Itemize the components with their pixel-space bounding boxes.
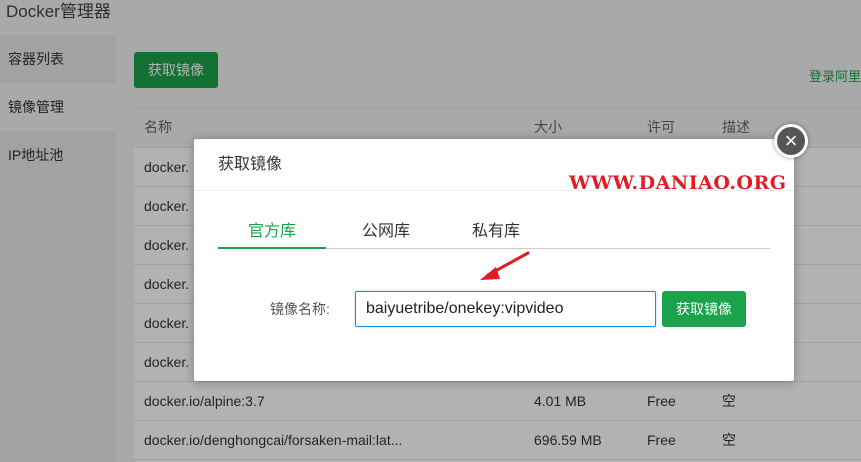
- close-icon[interactable]: ×: [774, 124, 808, 158]
- image-name-label: 镜像名称:: [270, 301, 330, 317]
- tab-private[interactable]: 私有库: [472, 219, 520, 249]
- watermark: WWW.DANIAO.ORG: [569, 172, 787, 194]
- registry-tabs: 官方库 公网库 私有库: [218, 219, 770, 249]
- red-arrow-icon: [480, 251, 530, 280]
- tab-official[interactable]: 官方库: [218, 219, 327, 249]
- tab-public[interactable]: 公网库: [362, 219, 410, 249]
- image-name-input[interactable]: [355, 291, 656, 327]
- fetch-image-dialog: 获取镜像 × WWW.DANIAO.ORG 官方库 公网库 私有库 镜像名称: …: [194, 124, 808, 381]
- dialog-fetch-button[interactable]: 获取镜像: [662, 291, 746, 327]
